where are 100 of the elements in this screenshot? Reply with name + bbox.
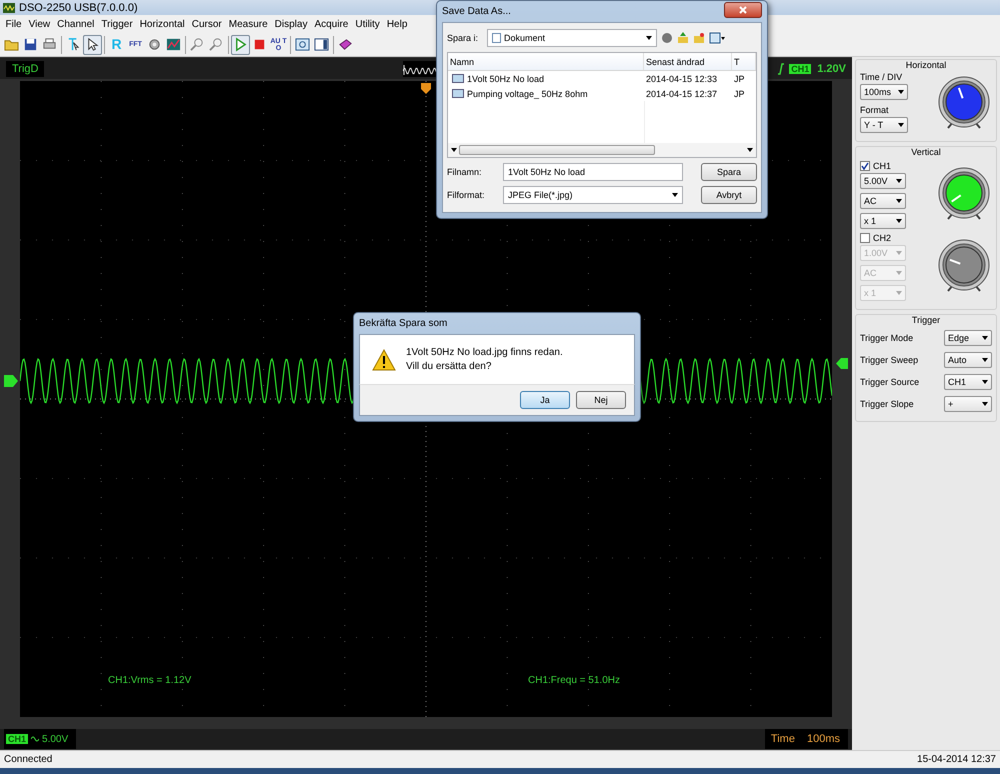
time-div-dropdown[interactable]: 100ms	[860, 84, 908, 100]
menu-item[interactable]: File	[2, 18, 26, 30]
menu-item[interactable]: Measure	[225, 18, 272, 30]
zoom-in-icon	[190, 37, 205, 52]
save-button[interactable]: Spara	[701, 163, 757, 181]
channel-badge: CH1	[6, 734, 28, 744]
text-cursor-icon	[66, 37, 81, 52]
menu-item[interactable]: Help	[383, 18, 411, 30]
file-name[interactable]: 1Volt 50Hz No load	[448, 74, 644, 84]
check-icon	[861, 162, 869, 170]
time-label: Time	[770, 733, 795, 745]
caret-icon	[896, 179, 902, 183]
channel-scale: 5.00V	[42, 734, 68, 744]
new-folder-icon[interactable]	[693, 32, 705, 44]
gear-icon	[147, 37, 162, 52]
channel-badge: CH1	[789, 64, 812, 74]
caret-icon	[896, 219, 902, 223]
time-base-value: 100ms	[806, 733, 840, 745]
measurement-readout: CH1:Frequ = 51.0Hz	[528, 675, 620, 686]
menu-item[interactable]: Channel	[54, 18, 98, 30]
trigger-dropdown[interactable]: Edge	[944, 330, 992, 346]
zoom-out-icon	[209, 37, 224, 52]
trigger-level-marker-icon	[836, 358, 848, 369]
format-dropdown[interactable]: Y - T	[860, 117, 908, 133]
image-file-icon	[452, 89, 464, 98]
trigger-dropdown[interactable]: +	[944, 396, 992, 412]
file-type: JP	[733, 88, 746, 98]
menu-item[interactable]: Cursor	[188, 18, 226, 30]
field-label: Time / DIV	[860, 72, 904, 82]
document-icon	[492, 33, 501, 43]
file-modified: 2014-04-15 12:37	[645, 88, 718, 98]
menu-item[interactable]: Utility	[352, 18, 384, 30]
field-label: Trigger Source	[860, 377, 920, 387]
file-name[interactable]: Pumping voltage_ 50Hz 8ohm	[448, 88, 644, 98]
save-icon	[23, 37, 38, 52]
file-type: JP	[733, 74, 746, 84]
panel-icon	[314, 37, 329, 52]
menu-item[interactable]: Acquire	[310, 18, 352, 30]
trigger-level: 1.20V	[817, 62, 846, 74]
column-header[interactable]: Senast ändrad	[644, 53, 732, 70]
filename-field[interactable]: 1Volt 50Hz No load	[503, 163, 683, 181]
window-title: DSO-2250 USB(7.0.0.0)	[19, 2, 138, 14]
rising-edge-icon	[777, 62, 786, 74]
column-header[interactable]: Namn	[448, 53, 644, 70]
location-dropdown[interactable]: Dokument	[487, 29, 657, 47]
screen-capture-icon	[295, 37, 310, 52]
column-header[interactable]: T	[732, 53, 756, 70]
field-label: Trigger Mode	[860, 333, 914, 343]
coupling-dropdown[interactable]: AC	[860, 193, 906, 209]
caret-icon	[896, 251, 902, 255]
channel-checkbox[interactable]	[860, 233, 870, 243]
channel-label: CH1	[873, 161, 892, 171]
time-base-knob[interactable]	[936, 76, 992, 132]
menu-item[interactable]: View	[25, 18, 54, 30]
caret-icon	[896, 291, 902, 295]
file-modified: 2014-04-15 12:33	[645, 74, 718, 84]
app-icon	[3, 2, 15, 12]
connection-status: Connected	[4, 754, 52, 765]
status-datetime: 15-04-2014 12:37	[917, 754, 996, 765]
field-label: Spara i:	[447, 33, 480, 43]
trigger-marker-icon	[421, 83, 431, 94]
field-label: Trigger Slope	[860, 399, 914, 409]
caret-icon	[982, 380, 988, 384]
warning-icon	[372, 348, 396, 370]
image-file-icon	[452, 74, 464, 83]
ac-coupling-icon	[31, 736, 40, 742]
dialog-title: Bekräfta Spara som	[359, 318, 448, 329]
caret-icon	[896, 199, 902, 203]
caret-icon	[747, 148, 753, 152]
toolbar-button[interactable]	[83, 34, 102, 54]
field-label: Filnamn:	[447, 167, 483, 177]
measurement-readout: CH1:Vrms = 1.12V	[108, 675, 192, 686]
group-title: Trigger	[912, 315, 940, 325]
caret-icon	[896, 271, 902, 275]
cancel-button[interactable]: Avbryt	[701, 186, 757, 204]
close-button[interactable]	[724, 2, 762, 18]
volts-div-dropdown[interactable]: 5.00V	[860, 173, 906, 189]
trigger-dropdown[interactable]: Auto	[944, 352, 992, 368]
channel-checkbox[interactable]	[860, 161, 870, 171]
message-text: Vill du ersätta den?	[406, 361, 492, 372]
up-folder-icon[interactable]	[677, 32, 689, 44]
menu-item[interactable]: Display	[271, 18, 311, 30]
dialog-button[interactable]: Ja	[520, 391, 570, 409]
file-format-dropdown[interactable]: JPEG File(*.jpg)	[503, 186, 683, 204]
play-icon	[233, 37, 248, 52]
group-title: Vertical	[911, 147, 941, 157]
back-icon[interactable]	[661, 32, 673, 44]
field-label: Filformat:	[447, 190, 486, 200]
dialog-button[interactable]: Nej	[576, 391, 626, 409]
view-menu-icon[interactable]	[709, 32, 725, 44]
menu-item[interactable]: Trigger	[98, 18, 136, 30]
caret-icon	[898, 90, 904, 94]
horizontal-scrollbar[interactable]	[448, 143, 756, 157]
close-icon	[739, 6, 747, 14]
menu-item[interactable]: Horizontal	[136, 18, 188, 30]
probe-dropdown[interactable]: x 1	[860, 213, 906, 229]
message-text: 1Volt 50Hz No load.jpg finns redan.	[406, 347, 563, 358]
field-label: Format	[860, 105, 890, 115]
channel-label: CH2	[873, 233, 892, 243]
trigger-dropdown[interactable]: CH1	[944, 374, 992, 390]
